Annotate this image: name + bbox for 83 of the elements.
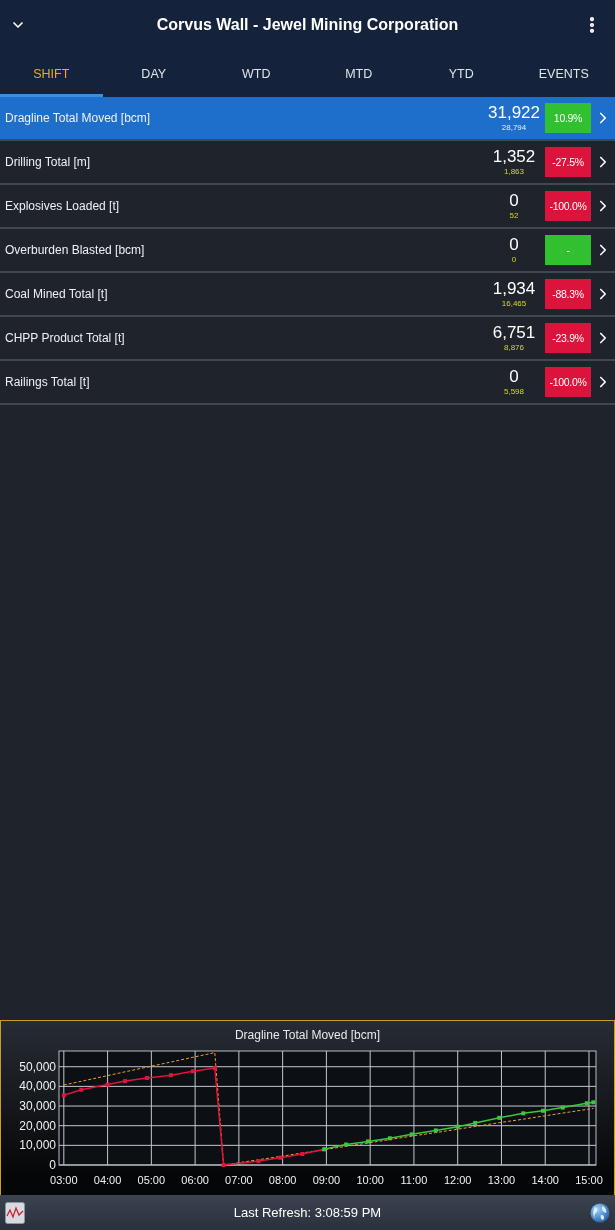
variance-badge: -88.3% [545, 279, 591, 309]
data-point-marker [79, 1087, 84, 1092]
y-tick-label: 50,000 [19, 1059, 56, 1074]
metric-label: Drilling Total [m] [4, 155, 92, 169]
last-refresh-text: Last Refresh: 3:08:59 PM [232, 1205, 383, 1220]
metric-label: CHPP Product Total [t] [4, 331, 126, 345]
metric-value: 31,922 [488, 103, 540, 122]
x-tick-label: 10:00 [356, 1174, 384, 1186]
metric-value: 1,934 [492, 279, 536, 298]
variance-badge: - [545, 235, 591, 265]
chart-thumbnail-icon[interactable] [5, 1201, 25, 1224]
metric-value: 6,751 [492, 323, 536, 342]
data-point-marker [256, 1159, 261, 1164]
metric-value: 0 [509, 367, 519, 386]
target-value: 16,465 [501, 299, 527, 309]
variance-badge: -23.9% [545, 323, 591, 353]
period-tab[interactable]: YTD [410, 50, 513, 97]
target-value: 5,598 [504, 387, 524, 397]
x-tick-label: 03:00 [50, 1174, 78, 1186]
x-tick-label: 12:00 [443, 1174, 472, 1186]
y-tick-label: 10,000 [19, 1138, 56, 1153]
x-tick-label: 04:00 [93, 1174, 122, 1186]
target-value: 1,863 [504, 167, 524, 177]
x-tick-label: 11:00 [400, 1174, 428, 1186]
variance-badge: -100.0% [545, 367, 591, 397]
metric-label: Explosives Loaded [t] [4, 199, 121, 213]
metric-label: Coal Mined Total [t] [4, 287, 109, 301]
metric-value: 1,352 [492, 147, 536, 166]
target-value: 0 [511, 255, 517, 265]
data-point-marker [560, 1105, 565, 1110]
metric-value: 0 [509, 191, 519, 210]
x-tick-label: 13:00 [487, 1174, 516, 1186]
x-tick-label: 09:00 [312, 1174, 341, 1186]
data-point-marker [344, 1142, 349, 1147]
data-point-marker [521, 1111, 526, 1116]
period-tab[interactable]: WTD [205, 50, 308, 97]
x-tick-label: 07:00 [225, 1174, 253, 1186]
target-value: 28,794 [501, 123, 527, 133]
chart-title: Dragline Total Moved [bcm] [233, 1027, 382, 1044]
metric-label: Railings Total [t] [4, 375, 91, 389]
y-tick-label: 20,000 [19, 1118, 56, 1133]
data-point-marker [61, 1093, 66, 1098]
data-point-marker [169, 1073, 174, 1078]
variance-badge: 10.9% [545, 103, 591, 133]
x-tick-label: 06:00 [181, 1174, 209, 1186]
data-point-marker [455, 1124, 460, 1129]
variance-badge: -27.5% [545, 147, 591, 177]
y-tick-label: 30,000 [19, 1099, 56, 1114]
data-point-marker [366, 1139, 370, 1144]
data-point-marker [541, 1108, 546, 1113]
data-point-marker [387, 1136, 392, 1141]
target-value: 52 [509, 211, 519, 221]
data-point-marker [300, 1152, 305, 1156]
x-tick-label: 14:00 [531, 1174, 559, 1186]
globe-icon[interactable] [590, 1202, 610, 1223]
x-tick-label: 05:00 [137, 1174, 166, 1186]
data-point-marker [433, 1128, 438, 1133]
x-tick-label: 15:00 [575, 1174, 603, 1186]
metric-row[interactable]: Dragline Total Moved [bcm] 31,922 28,794 10.9% [0, 97, 615, 141]
data-point-marker [497, 1115, 502, 1120]
data-point-marker [105, 1082, 110, 1087]
data-point-marker [591, 1100, 596, 1105]
data-point-marker [278, 1155, 283, 1160]
data-point-marker [221, 1163, 226, 1167]
metric-label: Overburden Blasted [bcm] [4, 243, 146, 257]
period-tab[interactable]: DAY [102, 50, 205, 97]
period-tab[interactable]: EVENTS [512, 50, 615, 97]
target-value: 8,876 [504, 343, 524, 353]
data-point-marker [473, 1120, 478, 1125]
data-point-marker [123, 1079, 128, 1084]
y-tick-label: 40,000 [19, 1079, 56, 1094]
period-tab[interactable]: MTD [307, 50, 410, 97]
data-point-marker [144, 1075, 149, 1080]
data-point-marker [409, 1132, 414, 1137]
metric-value: 0 [509, 235, 519, 254]
data-point-marker [212, 1066, 217, 1071]
x-tick-label: 08:00 [268, 1174, 297, 1186]
data-point-marker [190, 1069, 195, 1074]
app-title: Corvus Wall - Jewel Mining Corporation [155, 16, 460, 34]
variance-badge: -100.0% [545, 191, 591, 221]
data-point-marker [584, 1101, 589, 1106]
y-tick-label: 0 [49, 1158, 56, 1172]
metric-label: Dragline Total Moved [bcm] [4, 111, 152, 125]
